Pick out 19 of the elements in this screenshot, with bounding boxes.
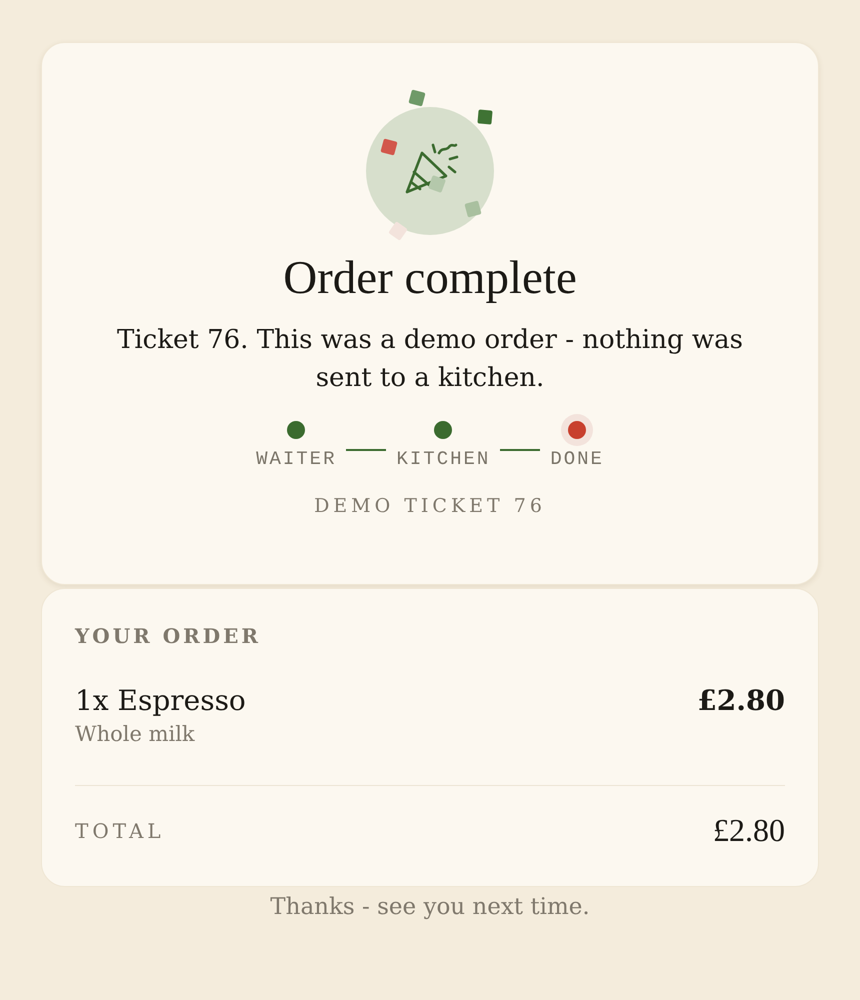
- step-label: WAITER: [256, 448, 336, 469]
- ticket-message: Ticket 76. This was a demo order - nothing was sent to a kitchen.: [116, 324, 744, 395]
- item-name: 1x Espresso: [75, 683, 246, 719]
- total-amount: £2.80: [713, 812, 785, 849]
- confetti-icon: [380, 138, 398, 156]
- step-label: KITCHEN: [396, 448, 490, 469]
- order-heading: YOUR ORDER: [75, 623, 262, 650]
- confetti-icon: [477, 109, 493, 125]
- thanks-message: Thanks - see you next time.: [269, 893, 591, 922]
- party-popper-icon: [366, 107, 494, 235]
- ticket-label: DEMO TICKET 76: [314, 494, 546, 517]
- step-label: DONE: [550, 448, 604, 469]
- order-complete-title: Order complete: [283, 253, 577, 305]
- confetti-icon: [408, 89, 426, 107]
- item-price: £2.80: [697, 683, 785, 719]
- total-label: TOTAL: [75, 818, 165, 842]
- confetti-icon: [464, 200, 482, 218]
- confetti-icon: [428, 175, 446, 193]
- item-option: Whole milk: [75, 719, 246, 749]
